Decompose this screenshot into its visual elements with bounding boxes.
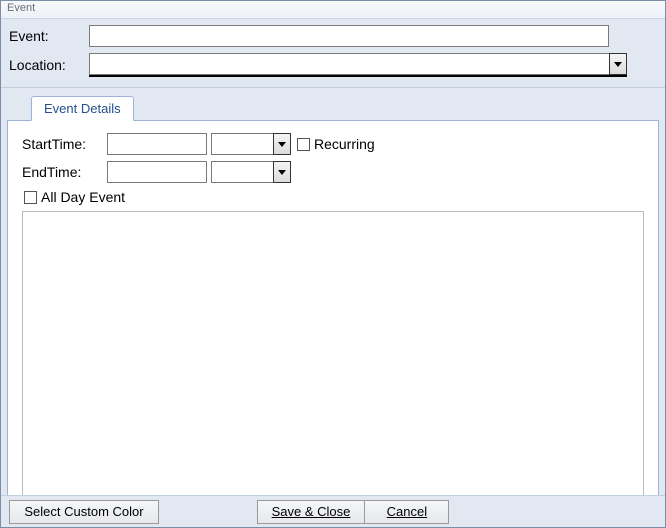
end-time-row: EndTime: xyxy=(22,161,644,183)
all-day-row: All Day Event xyxy=(24,189,644,205)
window-title-bar: Event xyxy=(1,1,665,19)
location-label: Location: xyxy=(9,57,89,73)
cancel-label: Cancel xyxy=(387,504,427,519)
notes-textarea[interactable] xyxy=(22,211,644,499)
location-dropdown-button[interactable] xyxy=(609,53,627,75)
event-dialog: Event Event: Location: Event Details Sta… xyxy=(0,0,666,528)
event-details-panel: StartTime: Recurring EndTime: xyxy=(7,120,659,502)
event-label: Event: xyxy=(9,28,89,44)
end-time-label: EndTime: xyxy=(22,164,107,180)
event-row: Event: xyxy=(9,25,657,47)
tab-event-details[interactable]: Event Details xyxy=(31,96,134,121)
end-time-dropdown-button[interactable] xyxy=(273,161,291,183)
select-custom-color-button[interactable]: Select Custom Color xyxy=(9,500,159,524)
location-row: Location: xyxy=(9,53,657,77)
tab-strip: Event Details xyxy=(7,94,659,120)
start-time-dropdown-button[interactable] xyxy=(273,133,291,155)
header-panel: Event: Location: xyxy=(1,19,665,88)
end-time-combo[interactable] xyxy=(211,161,291,183)
save-and-close-label: Save & Close xyxy=(272,504,351,519)
event-input[interactable] xyxy=(89,25,609,47)
end-time-input[interactable] xyxy=(211,161,273,183)
start-date-input[interactable] xyxy=(107,133,207,155)
footer-bar: Select Custom Color Save & Close Cancel xyxy=(1,495,665,527)
start-time-label: StartTime: xyxy=(22,136,107,152)
save-and-close-button[interactable]: Save & Close xyxy=(257,500,366,524)
window-title: Event xyxy=(7,2,35,14)
tabs-area: Event Details StartTime: Recurring EndTi… xyxy=(1,88,665,502)
start-time-input[interactable] xyxy=(211,133,273,155)
location-combo[interactable] xyxy=(89,53,627,75)
all-day-label[interactable]: All Day Event xyxy=(41,189,125,205)
recurring-checkbox[interactable] xyxy=(297,138,310,151)
all-day-checkbox[interactable] xyxy=(24,191,37,204)
recurring-label[interactable]: Recurring xyxy=(314,136,375,152)
end-date-input[interactable] xyxy=(107,161,207,183)
start-time-row: StartTime: Recurring xyxy=(22,133,644,155)
location-input[interactable] xyxy=(89,53,609,75)
start-time-combo[interactable] xyxy=(211,133,291,155)
cancel-button[interactable]: Cancel xyxy=(365,500,449,524)
